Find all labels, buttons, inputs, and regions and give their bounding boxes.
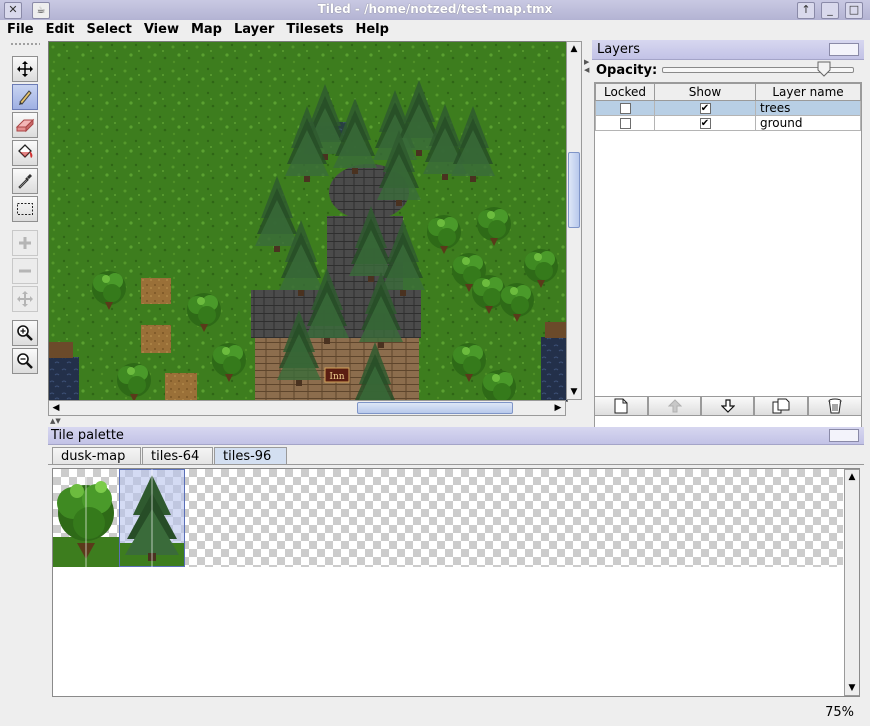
opacity-label: Opacity: [596, 63, 658, 78]
menu-help[interactable]: Help [348, 20, 393, 37]
scroll-right-arrow-icon[interactable]: ▶ [551, 401, 565, 415]
paint-bucket-icon [18, 144, 33, 158]
menu-edit[interactable]: Edit [39, 20, 80, 37]
column-locked[interactable]: Locked [595, 83, 655, 101]
zoom-in-tool-button[interactable] [12, 320, 38, 346]
menu-layer[interactable]: Layer [227, 20, 279, 37]
scroll-left-arrow-icon[interactable]: ◀ [49, 401, 63, 415]
eraser-icon [15, 118, 35, 133]
menu-view[interactable]: View [137, 20, 184, 37]
shade-arrow-icon: ↑ [801, 3, 811, 16]
marquee-icon [17, 203, 33, 215]
layer-name[interactable]: trees [755, 100, 861, 116]
duplicate-layer-button[interactable] [754, 396, 808, 416]
layers-panel-title: Layers [597, 42, 641, 57]
opacity-slider-thumb[interactable] [817, 61, 831, 77]
maximize-icon: □ [848, 3, 860, 16]
shade-window-button[interactable]: ↑ [797, 2, 815, 19]
tile-palette-minimize-button[interactable] [829, 429, 859, 442]
tileset-view[interactable]: ▲ ▼ [52, 468, 860, 697]
menu-tilesets[interactable]: Tilesets [279, 20, 348, 37]
fill-tool-button[interactable] [12, 140, 38, 166]
eyedropper-tool-button[interactable] [12, 168, 38, 194]
new-layer-button[interactable] [594, 396, 648, 416]
tab-tiles-64[interactable]: tiles-64 [142, 447, 213, 465]
map-vertical-scroll-thumb[interactable] [568, 152, 580, 228]
map-canvas[interactable]: Inn [48, 41, 568, 402]
minus-icon [19, 269, 31, 273]
duplicate-icon [772, 398, 790, 414]
split-pane-horizontal-grip[interactable]: ▲▼ [50, 417, 74, 425]
scroll-up-arrow-icon[interactable]: ▲ [845, 470, 859, 484]
new-page-icon [614, 398, 628, 414]
tileset-vertical-scrollbar[interactable]: ▲ ▼ [844, 469, 859, 696]
zoom-out-icon [17, 353, 33, 369]
minimize-icon: _ [827, 3, 833, 16]
scroll-down-arrow-icon[interactable]: ▼ [845, 681, 859, 695]
layer-lock-checkbox[interactable] [619, 118, 631, 129]
add-object-tool-button[interactable] [12, 230, 38, 256]
tools-toolbar [6, 42, 44, 382]
arrow-up-icon [667, 399, 682, 413]
zoom-in-icon [17, 325, 33, 341]
layer-visible-checkbox[interactable]: ✔ [699, 118, 711, 129]
menu-map[interactable]: Map [184, 20, 227, 37]
menu-bar: File Edit Select View Map Layer Tilesets Help [0, 20, 870, 40]
eyedropper-icon [18, 174, 32, 189]
plus-icon [19, 237, 31, 249]
layers-panel: Layers Opacity: Locked Show Layer name ✔… [592, 40, 864, 432]
layers-table-viewport: Locked Show Layer name ✔ trees ✔ ground [594, 82, 862, 432]
minimize-window-button[interactable]: _ [821, 2, 839, 19]
layers-table: Locked Show Layer name ✔ trees ✔ ground [595, 83, 861, 131]
arrow-down-icon [720, 399, 735, 413]
map-horizontal-scroll-thumb[interactable] [357, 402, 513, 414]
map-vertical-scrollbar[interactable]: ▲ ▼ [566, 41, 582, 400]
layer-name[interactable]: ground [755, 115, 861, 131]
zoom-out-tool-button[interactable] [12, 348, 38, 374]
title-bar[interactable]: ✕ ☕ Tiled - /home/notzed/test-map.tmx ↑ … [0, 0, 870, 21]
trash-can-icon [828, 398, 842, 414]
layer-visible-checkbox[interactable]: ✔ [699, 103, 711, 114]
select-tool-button[interactable] [12, 196, 38, 222]
move-object-icon [17, 291, 33, 307]
move-arrows-icon [17, 61, 33, 77]
layer-row-ground[interactable]: ✔ ground [595, 115, 861, 131]
layers-panel-minimize-button[interactable] [829, 43, 859, 56]
menu-select[interactable]: Select [79, 20, 136, 37]
scroll-up-arrow-icon[interactable]: ▲ [567, 42, 581, 56]
tab-strip-divider [48, 464, 864, 465]
tile-palette-title: Tile palette [51, 428, 124, 443]
layers-panel-header: Layers [592, 40, 864, 60]
move-layer-down-button[interactable] [701, 396, 754, 416]
scroll-down-arrow-icon[interactable]: ▼ [567, 385, 581, 399]
move-object-tool-button[interactable] [12, 286, 38, 312]
layer-lock-checkbox[interactable] [619, 103, 631, 114]
inn-sign: Inn [329, 372, 344, 382]
pencil-tool-button[interactable] [12, 84, 38, 110]
column-show[interactable]: Show [654, 83, 756, 101]
remove-object-tool-button[interactable] [12, 258, 38, 284]
status-bar: 75% [0, 702, 870, 726]
map-render: Inn [49, 42, 567, 401]
tab-dusk-map[interactable]: dusk-map [52, 447, 141, 465]
menu-file[interactable]: File [0, 20, 39, 37]
tab-tiles-96[interactable]: tiles-96 [214, 447, 287, 465]
column-layer-name[interactable]: Layer name [755, 83, 861, 101]
move-tool-button[interactable] [12, 56, 38, 82]
layer-row-trees[interactable]: ✔ trees [595, 100, 861, 116]
window-title: Tiled - /home/notzed/test-map.tmx [317, 2, 553, 16]
slider-thumb-icon [817, 61, 830, 77]
delete-layer-button[interactable] [808, 396, 862, 416]
move-layer-up-button[interactable] [648, 396, 701, 416]
tileset-image [53, 469, 185, 567]
maximize-window-button[interactable]: □ [845, 2, 863, 19]
eraser-tool-button[interactable] [12, 112, 38, 138]
tile-palette-header: Tile palette [48, 427, 864, 445]
pencil-icon [19, 90, 32, 105]
toolbar-grip[interactable] [10, 42, 40, 47]
zoom-level: 75% [825, 705, 854, 720]
map-horizontal-scrollbar[interactable]: ◀ ▶ [48, 400, 566, 416]
split-pane-vertical-grip[interactable]: ▶ ◀ [584, 58, 590, 78]
